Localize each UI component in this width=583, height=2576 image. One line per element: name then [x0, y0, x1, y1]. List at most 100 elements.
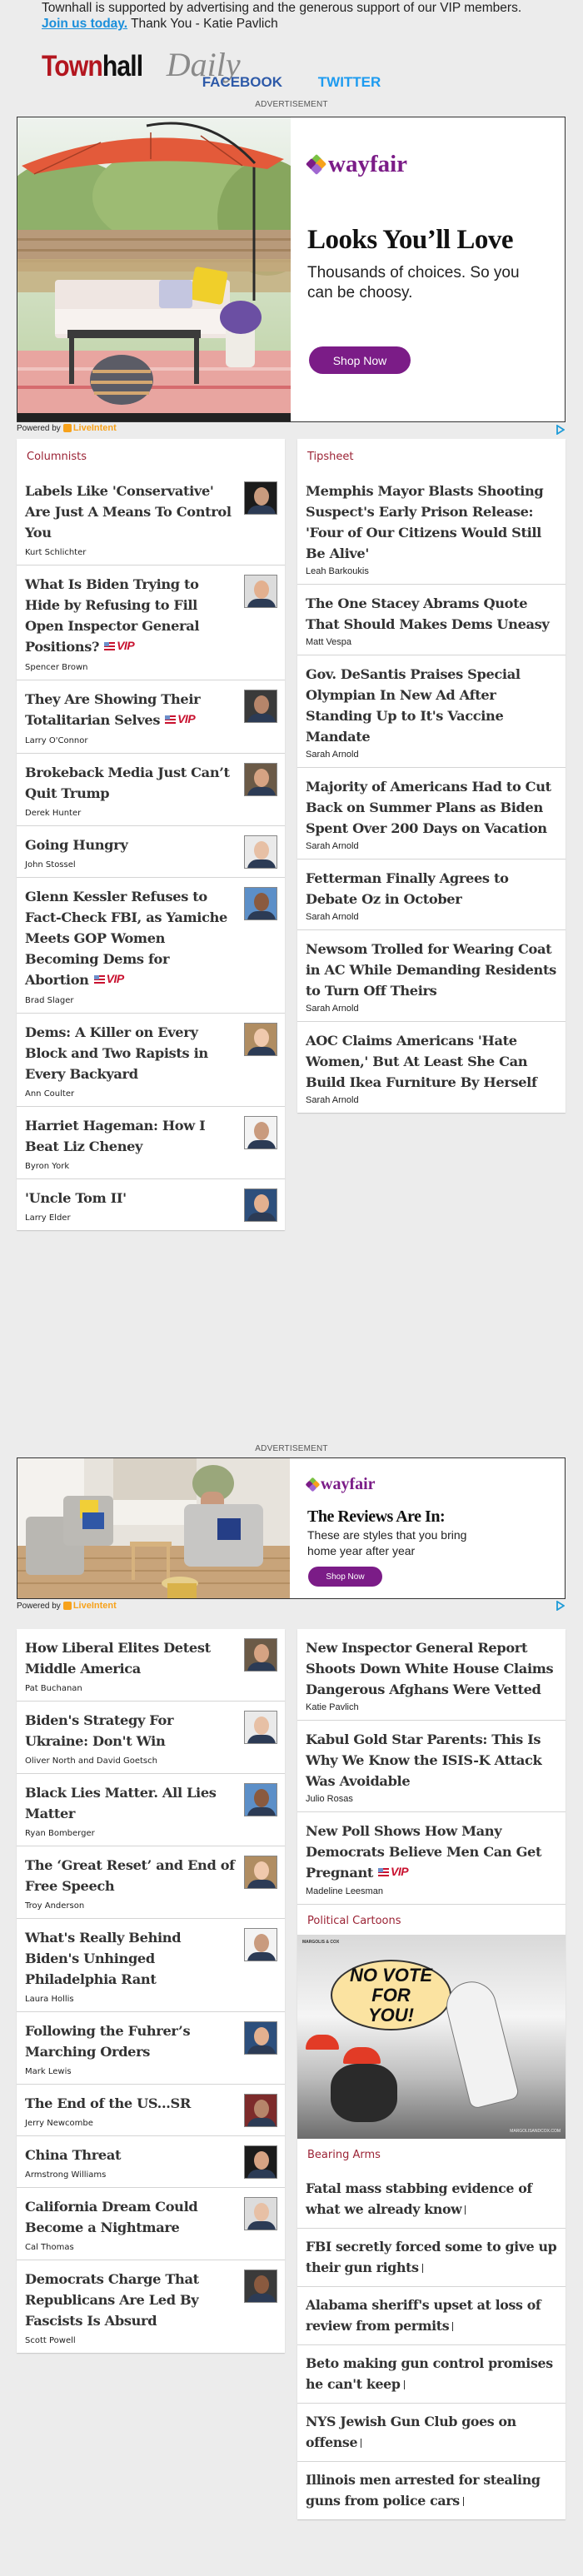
adchoices-icon[interactable] — [556, 425, 565, 435]
article-headline-link[interactable]: China Threat — [25, 2145, 235, 2165]
tipsheet-article[interactable]: New Poll Shows How Many Democrats Believ… — [297, 1812, 566, 1904]
author-photo[interactable] — [244, 1783, 277, 1816]
columnist-article[interactable]: Following the Fuhrer’s Marching Orders Ma… — [17, 2012, 285, 2085]
author-photo[interactable] — [244, 1023, 277, 1056]
columnist-article[interactable]: The ‘Great Reset’ and End of Free Speech… — [17, 1846, 285, 1919]
tipsheet-article[interactable]: The One Stacey Abrams Quote That Should … — [297, 585, 566, 655]
author-photo[interactable] — [244, 1188, 277, 1222]
article-headline-link[interactable]: Beto making gun control promises he can'… — [306, 2353, 557, 2394]
columnist-article[interactable]: Black Lies Matter. All Lies Matter Ryan B… — [17, 1774, 285, 1846]
article-headline-link[interactable]: Following the Fuhrer’s Marching Orders — [25, 2020, 235, 2062]
columnist-article[interactable]: How Liberal Elites Detest Middle America… — [17, 1629, 285, 1702]
article-headline-link[interactable]: California Dream Could Become a Nightmar… — [25, 2196, 235, 2238]
columnist-article[interactable]: Harriet Hageman: How I Beat Liz Cheney By… — [17, 1107, 285, 1179]
wayfair-ad-banner[interactable]: wayfair Looks You’ll Love Thousands of c… — [17, 117, 566, 422]
author-photo[interactable] — [244, 1856, 277, 1889]
article-headline-link[interactable]: The ‘Great Reset’ and End of Free Speech — [25, 1855, 235, 1896]
columnist-article[interactable]: What's Really Behind Biden's Unhinged Ph… — [17, 1919, 285, 2012]
author-photo[interactable] — [244, 835, 277, 869]
author-photo[interactable] — [244, 1116, 277, 1149]
shop-now-button-2[interactable]: Shop Now — [308, 1567, 382, 1587]
author-photo[interactable] — [244, 763, 277, 796]
tipsheet-article[interactable]: Gov. DeSantis Praises Special Olympian I… — [297, 655, 566, 768]
columnist-article[interactable]: Democrats Charge That Republicans Are Le… — [17, 2260, 285, 2353]
columnist-article[interactable]: Brokeback Media Just Can’t Quit Trump Der… — [17, 754, 285, 826]
tipsheet-article[interactable]: Kabul Gold Star Parents: This Is Why We … — [297, 1721, 566, 1812]
bearing-arms-article[interactable]: FBI secretly forced some to give up thei… — [297, 2229, 566, 2287]
author-photo[interactable] — [244, 887, 277, 920]
author-photo[interactable] — [244, 690, 277, 723]
article-headline-link[interactable]: Glenn Kessler Refuses to Fact-Check FBI,… — [25, 886, 235, 991]
article-headline-link[interactable]: Newsom Trolled for Wearing Coat in AC Wh… — [306, 939, 557, 1001]
article-headline-link[interactable]: Fatal mass stabbing evidence of what we … — [306, 2178, 557, 2220]
political-cartoon-image[interactable]: MARGOLIS & COX NO VOTE FOR YOU! MARGOLIS… — [297, 1935, 566, 2139]
article-headline-link[interactable]: NYS Jewish Gun Club goes on offense — [306, 2411, 557, 2453]
article-headline-link[interactable]: They Are Showing Their Totalitarian Selv… — [25, 689, 235, 731]
article-headline-link[interactable]: Biden's Strategy For Ukraine: Don't Win — [25, 1710, 235, 1751]
article-headline-link[interactable]: AOC Claims Americans 'Hate Women,' But A… — [306, 1030, 557, 1093]
columnist-article[interactable]: China Threat Armstrong Williams — [17, 2136, 285, 2188]
author-photo[interactable] — [244, 2270, 277, 2303]
article-headline-link[interactable]: Harriet Hageman: How I Beat Liz Cheney — [25, 1115, 235, 1157]
article-headline-link[interactable]: Labels Like 'Conservative' Are Just A Me… — [25, 481, 235, 543]
bearing-arms-article[interactable]: NYS Jewish Gun Club goes on offense — [297, 2404, 566, 2462]
article-headline-link[interactable]: What Is Biden Trying to Hide by Refusing… — [25, 574, 235, 658]
article-headline-link[interactable]: Brokeback Media Just Can’t Quit Trump — [25, 762, 235, 804]
tipsheet-article[interactable]: AOC Claims Americans 'Hate Women,' But A… — [297, 1022, 566, 1113]
columnist-article[interactable]: 'Uncle Tom II' Larry Elder — [17, 1179, 285, 1230]
article-headline-link[interactable]: FBI secretly forced some to give up thei… — [306, 2236, 557, 2278]
author-photo[interactable] — [244, 2021, 277, 2055]
author-photo[interactable] — [244, 2094, 277, 2127]
article-headline-link[interactable]: New Poll Shows How Many Democrats Believ… — [306, 1821, 557, 1884]
article-headline-link[interactable]: New Inspector General Report Shoots Down… — [306, 1637, 557, 1700]
powered-by-liveintent-2[interactable]: Powered by LiveIntent — [17, 1601, 117, 1611]
author-photo[interactable] — [244, 575, 277, 608]
article-headline-link[interactable]: Democrats Charge That Republicans Are Le… — [25, 2269, 235, 2331]
author-photo[interactable] — [244, 2197, 277, 2230]
article-headline-link[interactable]: Alabama sheriff's upset at loss of revie… — [306, 2294, 557, 2336]
bearing-arms-article[interactable]: Beto making gun control promises he can'… — [297, 2345, 566, 2404]
article-headline-link[interactable]: Memphis Mayor Blasts Shooting Suspect's … — [306, 481, 557, 564]
article-headline-link[interactable]: Gov. DeSantis Praises Special Olympian I… — [306, 664, 557, 747]
columnist-article[interactable]: Biden's Strategy For Ukraine: Don't Win O… — [17, 1702, 285, 1774]
columnist-article[interactable]: What Is Biden Trying to Hide by Refusing… — [17, 566, 285, 680]
author-photo[interactable] — [244, 1928, 277, 1961]
article-headline-link[interactable]: The One Stacey Abrams Quote That Should … — [306, 593, 557, 635]
tipsheet-article[interactable]: Majority of Americans Had to Cut Back on… — [297, 768, 566, 859]
columnist-article[interactable]: They Are Showing Their Totalitarian Selv… — [17, 680, 285, 754]
columnist-article[interactable]: Going Hungry John Stossel — [17, 826, 285, 878]
article-headline-link[interactable]: What's Really Behind Biden's Unhinged Ph… — [25, 1927, 235, 1990]
article-headline-link[interactable]: Illinois men arrested for stealing guns … — [306, 2469, 557, 2511]
article-headline-link[interactable]: Fetterman Finally Agrees to Debate Oz in… — [306, 868, 557, 909]
tipsheet-article[interactable]: Memphis Mayor Blasts Shooting Suspect's … — [297, 472, 566, 585]
tipsheet-article[interactable]: New Inspector General Report Shoots Down… — [297, 1629, 566, 1721]
article-headline-link[interactable]: Kabul Gold Star Parents: This Is Why We … — [306, 1729, 557, 1791]
article-headline-link[interactable]: The End of the US...SR — [25, 2093, 235, 2114]
columnist-article[interactable]: The End of the US...SR Jerry Newcombe — [17, 2085, 285, 2136]
article-headline-link[interactable]: Majority of Americans Had to Cut Back on… — [306, 776, 557, 839]
join-link[interactable]: Join us today. — [42, 17, 127, 31]
columnist-article[interactable]: California Dream Could Become a Nightmar… — [17, 2188, 285, 2260]
bearing-arms-article[interactable]: Alabama sheriff's upset at loss of revie… — [297, 2287, 566, 2345]
article-headline-link[interactable]: Black Lies Matter. All Lies Matter — [25, 1782, 235, 1824]
tipsheet-article[interactable]: Newsom Trolled for Wearing Coat in AC Wh… — [297, 930, 566, 1022]
author-photo[interactable] — [244, 1711, 277, 1744]
powered-by-liveintent[interactable]: Powered by LiveIntent — [17, 423, 117, 433]
twitter-link[interactable]: TWITTER — [318, 74, 381, 90]
adchoices-icon[interactable] — [556, 1601, 565, 1611]
author-photo[interactable] — [244, 481, 277, 515]
wayfair-ad-banner-2[interactable]: wayfair The Reviews Are In: These are st… — [17, 1457, 566, 1599]
bearing-arms-article[interactable]: Illinois men arrested for stealing guns … — [297, 2462, 566, 2519]
author-photo[interactable] — [244, 1638, 277, 1672]
shop-now-button[interactable]: Shop Now — [309, 346, 411, 374]
columnist-article[interactable]: Glenn Kessler Refuses to Fact-Check FBI,… — [17, 878, 285, 1014]
columnist-article[interactable]: Dems: A Killer on Every Block and Two Ra… — [17, 1014, 285, 1107]
article-headline-link[interactable]: 'Uncle Tom II' — [25, 1188, 235, 1208]
article-headline-link[interactable]: Dems: A Killer on Every Block and Two Ra… — [25, 1022, 235, 1084]
author-photo[interactable] — [244, 2145, 277, 2179]
tipsheet-article[interactable]: Fetterman Finally Agrees to Debate Oz in… — [297, 859, 566, 930]
bearing-arms-article[interactable]: Fatal mass stabbing evidence of what we … — [297, 2170, 566, 2229]
facebook-link[interactable]: FACEBOOK — [202, 74, 282, 90]
article-headline-link[interactable]: Going Hungry — [25, 835, 235, 855]
article-headline-link[interactable]: How Liberal Elites Detest Middle America — [25, 1637, 235, 1679]
